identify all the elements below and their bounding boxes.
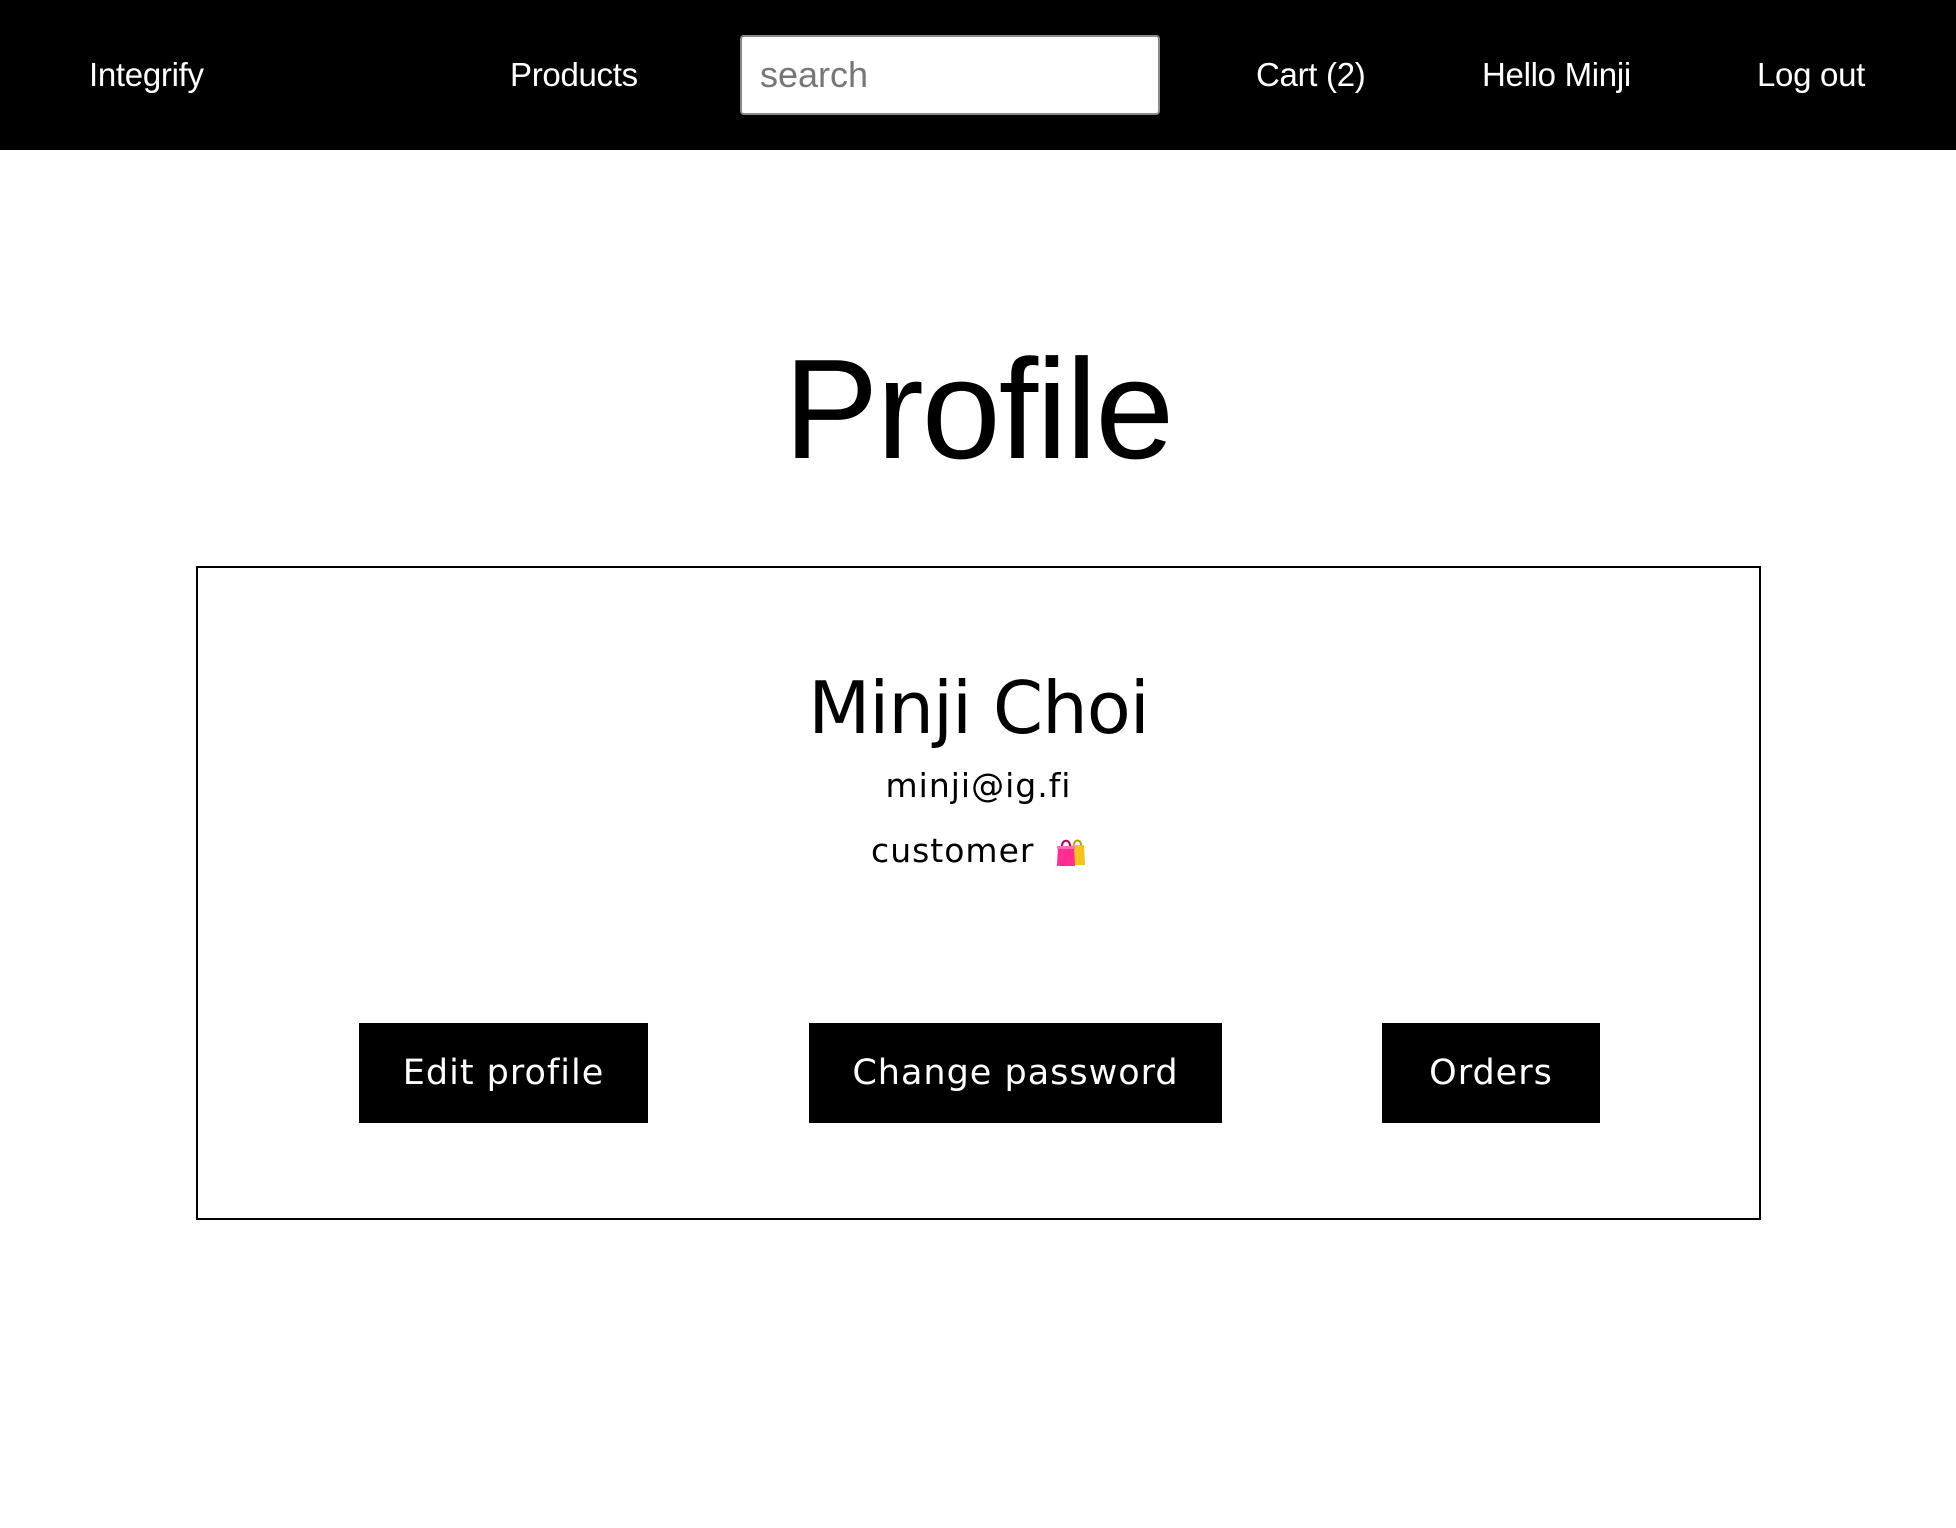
products-link[interactable]: Products	[510, 0, 638, 150]
brand-link[interactable]: Integrify	[89, 0, 204, 150]
logout-link[interactable]: Log out	[1757, 0, 1865, 150]
profile-name: Minji Choi	[808, 666, 1150, 750]
page-title: Profile	[783, 330, 1175, 489]
profile-role-text: customer	[871, 831, 1035, 870]
profile-email: minji@ig.fi	[885, 766, 1072, 805]
edit-profile-button[interactable]: Edit profile	[359, 1023, 648, 1123]
change-password-button[interactable]: Change password	[809, 1023, 1222, 1123]
search-input[interactable]	[740, 35, 1160, 115]
top-navbar: Integrify Products Cart (2) Hello Minji …	[0, 0, 1956, 150]
orders-button[interactable]: Orders	[1382, 1023, 1600, 1123]
cart-link[interactable]: Cart (2)	[1256, 0, 1366, 150]
shopping-bags-icon	[1056, 833, 1086, 867]
profile-card: Minji Choi minji@ig.fi customer Edit pro…	[196, 566, 1761, 1220]
user-greeting-link[interactable]: Hello Minji	[1482, 0, 1631, 150]
profile-role: customer	[198, 826, 1759, 876]
